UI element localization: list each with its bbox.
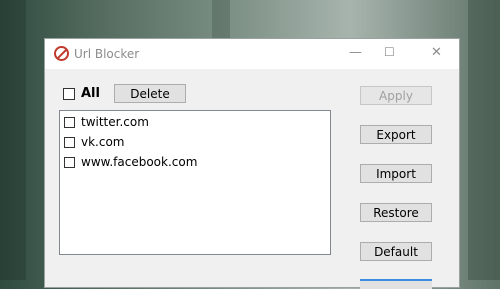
- default-button[interactable]: Default: [360, 242, 432, 261]
- site-checkbox[interactable]: [64, 117, 75, 128]
- title-bar: Url Blocker — ☐ ✕: [45, 39, 459, 69]
- minimize-button[interactable]: —: [349, 45, 362, 60]
- all-label: All: [81, 86, 100, 101]
- url-blocker-window: Url Blocker — ☐ ✕ All Delete twitter.com…: [44, 38, 460, 289]
- site-url: www.facebook.com: [81, 155, 198, 169]
- url-list[interactable]: twitter.com vk.com www.facebook.com: [59, 110, 331, 255]
- background-tree: [0, 0, 26, 280]
- background-tree: [468, 0, 500, 280]
- window-title: Url Blocker: [74, 47, 140, 61]
- export-button[interactable]: Export: [360, 125, 432, 144]
- import-button[interactable]: Import: [360, 164, 432, 183]
- close-button[interactable]: ✕: [431, 45, 442, 60]
- apply-button[interactable]: Apply: [360, 86, 432, 105]
- site-checkbox[interactable]: [64, 157, 75, 168]
- delete-button[interactable]: Delete: [114, 84, 186, 103]
- list-item[interactable]: twitter.com: [60, 113, 330, 133]
- site-checkbox[interactable]: [64, 137, 75, 148]
- list-item[interactable]: www.facebook.com: [60, 153, 330, 173]
- list-item[interactable]: vk.com: [60, 133, 330, 153]
- maximize-button[interactable]: ☐: [384, 45, 395, 59]
- all-checkbox[interactable]: [63, 88, 75, 100]
- site-url: twitter.com: [81, 115, 149, 129]
- block-icon: [54, 46, 69, 61]
- site-url: vk.com: [81, 135, 125, 149]
- partial-button[interactable]: [360, 279, 432, 289]
- restore-button[interactable]: Restore: [360, 203, 432, 222]
